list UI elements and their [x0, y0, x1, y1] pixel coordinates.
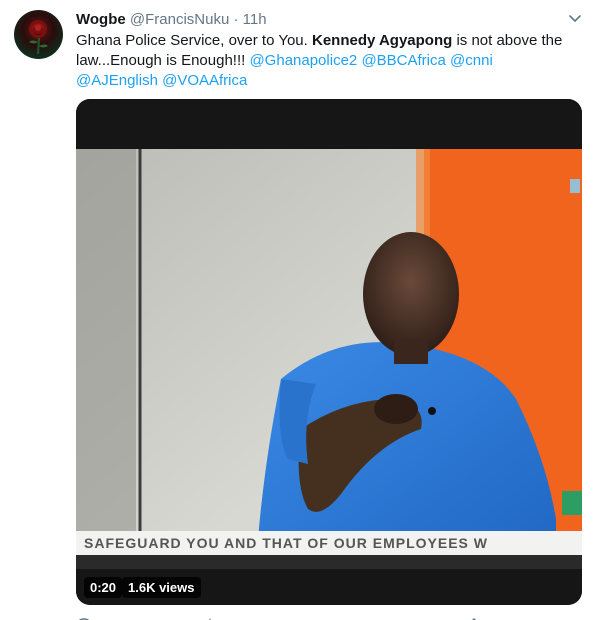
tweet-card[interactable]: Wogbe @FrancisNuku · 11h Ghana Police Se… — [0, 0, 596, 620]
tweet-timestamp[interactable]: 11h — [243, 11, 267, 28]
video-duration-badge: 0:20 — [84, 577, 123, 598]
tweet-menu-button[interactable] — [566, 10, 584, 28]
mention-link[interactable]: @BBCAfrica — [361, 52, 445, 69]
tweet-header: Wogbe @FrancisNuku · 11h — [76, 10, 267, 30]
mention-link[interactable]: @Ghanapolice2 — [249, 52, 357, 69]
retweet-icon[interactable] — [206, 612, 222, 620]
avatar[interactable] — [14, 10, 63, 59]
video-player[interactable]: SAFEGUARD YOU AND THAT OF OUR EMPLOYEES … — [76, 99, 582, 605]
user-handle[interactable]: @FrancisNuku — [130, 11, 229, 28]
tweet-text-bold: Kennedy Agyapong — [311, 32, 453, 49]
separator-dot: · — [233, 11, 239, 28]
tweet-actions — [76, 612, 576, 620]
display-name[interactable]: Wogbe — [76, 11, 126, 28]
video-frame: SAFEGUARD YOU AND THAT OF OUR EMPLOYEES … — [76, 99, 582, 605]
reply-icon[interactable] — [76, 612, 92, 620]
tweet-text: Ghana Police Service, over to You. Kenne… — [76, 31, 576, 91]
like-icon[interactable] — [336, 612, 352, 620]
tweet-text-segment: Ghana Police Service, over to You. — [76, 32, 312, 49]
rose-icon — [29, 20, 48, 55]
ticker-text: SAFEGUARD YOU AND THAT OF OUR EMPLOYEES … — [84, 535, 488, 551]
chevron-down-icon — [569, 15, 581, 22]
share-icon[interactable] — [466, 612, 482, 620]
video-views-badge: 1.6K views — [122, 577, 201, 598]
mention-link[interactable]: @AJEnglish — [76, 72, 158, 89]
mention-link[interactable]: @VOAAfrica — [162, 72, 247, 89]
mention-link[interactable]: @cnni — [450, 52, 493, 69]
